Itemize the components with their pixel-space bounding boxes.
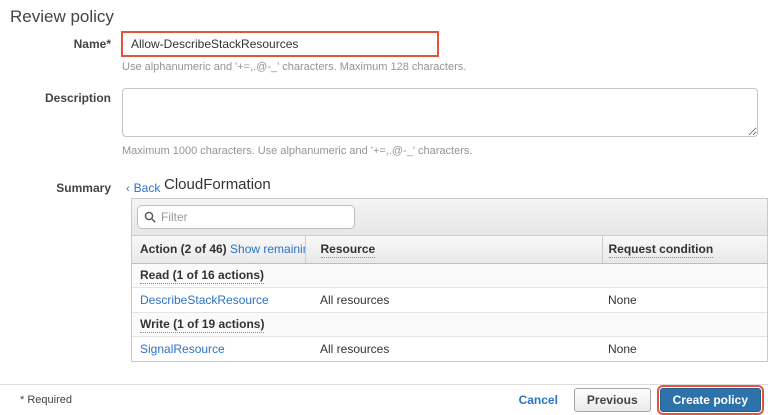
column-header-action: Action (2 of 46) Show remaining 44 bbox=[132, 236, 305, 263]
action-link-signalresource[interactable]: SignalResource bbox=[140, 342, 225, 356]
group-header-write: Write (1 of 19 actions) bbox=[140, 317, 264, 333]
filter-box[interactable] bbox=[137, 205, 355, 229]
description-helper-text: Maximum 1000 characters. Use alphanumeri… bbox=[122, 145, 472, 157]
column-header-request-condition: Request condition bbox=[602, 236, 767, 263]
name-label: Name* bbox=[0, 37, 111, 51]
policy-summary-panel: Action (2 of 46) Show remaining 44 Resou… bbox=[131, 198, 768, 362]
group-row-write: Write (1 of 19 actions) bbox=[132, 312, 767, 336]
chevron-left-icon: ‹ bbox=[126, 183, 130, 195]
back-link[interactable]: ‹ Back bbox=[126, 181, 160, 195]
policy-name-input[interactable] bbox=[121, 31, 439, 57]
search-icon bbox=[144, 211, 156, 223]
previous-button[interactable]: Previous bbox=[574, 388, 651, 412]
show-remaining-link[interactable]: Show remaining 44 bbox=[230, 242, 305, 256]
group-header-read: Read (1 of 16 actions) bbox=[140, 268, 264, 284]
footer-bar: * Required Cancel Previous Create policy bbox=[0, 384, 768, 415]
service-title: CloudFormation bbox=[164, 176, 271, 193]
column-header-resource: Resource bbox=[305, 236, 602, 263]
footer-actions: Cancel Previous Create policy bbox=[519, 388, 768, 412]
policy-description-textarea[interactable] bbox=[122, 88, 758, 137]
description-label: Description bbox=[0, 91, 111, 105]
resource-cell: All resources bbox=[305, 287, 602, 312]
summary-label: Summary bbox=[0, 181, 111, 195]
action-link-describestackresource[interactable]: DescribeStackResource bbox=[140, 293, 269, 307]
cancel-link[interactable]: Cancel bbox=[519, 393, 558, 407]
policy-summary-table: Action (2 of 46) Show remaining 44 Resou… bbox=[132, 236, 767, 361]
create-policy-button[interactable]: Create policy bbox=[660, 388, 761, 412]
request-condition-cell: None bbox=[602, 336, 767, 361]
table-header-row: Action (2 of 46) Show remaining 44 Resou… bbox=[132, 236, 767, 263]
required-note: * Required bbox=[20, 394, 72, 406]
name-helper-text: Use alphanumeric and '+=,.@-_' character… bbox=[122, 61, 466, 73]
review-policy-page: Review policy Name* Use alphanumeric and… bbox=[0, 0, 768, 415]
request-condition-cell: None bbox=[602, 287, 767, 312]
resource-cell: All resources bbox=[305, 336, 602, 361]
action-count-label: Action (2 of 46) bbox=[140, 242, 227, 256]
page-title: Review policy bbox=[10, 7, 114, 27]
back-link-label: Back bbox=[134, 181, 161, 195]
table-row: DescribeStackResource All resources None bbox=[132, 287, 767, 312]
group-row-read: Read (1 of 16 actions) bbox=[132, 263, 767, 287]
filter-bar bbox=[132, 199, 767, 236]
table-row: SignalResource All resources None bbox=[132, 336, 767, 361]
filter-input[interactable] bbox=[161, 210, 348, 224]
